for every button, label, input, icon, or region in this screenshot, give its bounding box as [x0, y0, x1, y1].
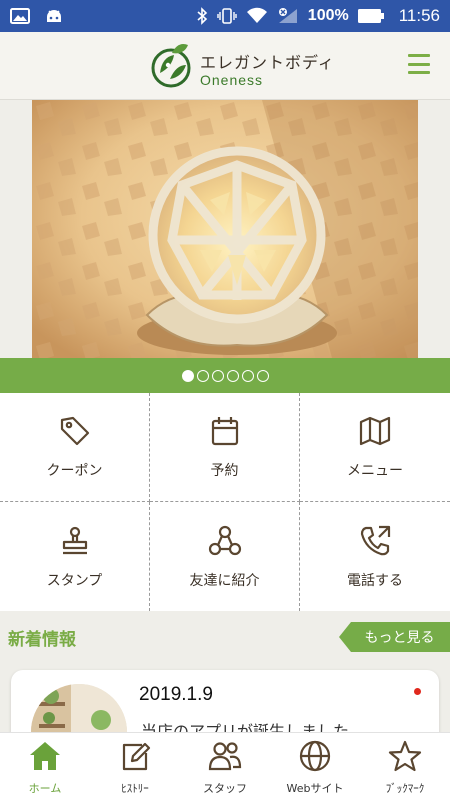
- nav-staff-label: スタッフ: [203, 782, 247, 795]
- news-date: 2019.1.9: [139, 684, 213, 705]
- app-header: エレガントボディ Oneness: [0, 32, 450, 100]
- staff-icon: [208, 739, 242, 777]
- nav-staff[interactable]: スタッフ: [180, 733, 270, 800]
- feature-grid: クーポン 予約 メニュー スタンプ 友達に紹介 電話する: [0, 393, 450, 611]
- nav-home-label: ホーム: [28, 782, 62, 795]
- app-logo[interactable]: エレガントボディ Oneness: [148, 39, 335, 97]
- nav-website-label: Webサイト: [286, 782, 344, 795]
- clock: 11:56: [398, 6, 440, 25]
- unread-indicator: [414, 688, 421, 695]
- slide-dot-4[interactable]: [226, 369, 239, 382]
- nav-bookmark[interactable]: ﾌﾞｯｸﾏｰｸ: [360, 733, 450, 800]
- android-notification-icon: [44, 8, 64, 24]
- leaf-logo-icon: [148, 39, 194, 97]
- slide-dot-1[interactable]: [181, 369, 194, 382]
- slide-dot-2[interactable]: [196, 369, 209, 382]
- signal-icon: [277, 7, 299, 25]
- stamp-icon: [58, 524, 92, 562]
- nav-website[interactable]: Webサイト: [270, 733, 360, 800]
- menu-label: メニュー: [347, 463, 403, 479]
- news-section-title: 新着情報: [8, 630, 76, 650]
- calendar-icon: [208, 414, 242, 452]
- hamburger-menu-icon[interactable]: [408, 54, 430, 74]
- call-button[interactable]: 電話する: [300, 502, 450, 611]
- hero-slider[interactable]: [32, 100, 418, 358]
- bottom-navigation: ホーム ﾋｽﾄﾘｰ スタッフ Webサイト ﾌﾞｯｸﾏｰｸ: [0, 732, 450, 800]
- news-header: 新着情報 もっと見る: [0, 611, 450, 659]
- wifi-icon: [246, 7, 268, 25]
- slide-pager: [0, 358, 450, 393]
- reservation-label: 予約: [210, 463, 239, 479]
- logo-title: エレガントボディ: [200, 52, 335, 72]
- hero-lamp-image: [32, 100, 418, 358]
- logo-subtitle: Oneness: [200, 71, 264, 88]
- stamp-button[interactable]: スタンプ: [0, 502, 150, 611]
- vibrate-icon: [217, 7, 237, 25]
- coupon-button[interactable]: クーポン: [0, 393, 150, 502]
- share-icon: [208, 524, 242, 562]
- nav-history[interactable]: ﾋｽﾄﾘｰ: [90, 733, 180, 800]
- see-more-button[interactable]: もっと見る: [339, 622, 450, 652]
- reservation-button[interactable]: 予約: [150, 393, 300, 502]
- nav-history-label: ﾋｽﾄﾘｰ: [121, 782, 149, 795]
- slide-dot-3[interactable]: [211, 369, 224, 382]
- phone-icon: [358, 524, 392, 562]
- globe-icon: [298, 739, 332, 777]
- battery-percent: 100%: [307, 7, 349, 24]
- star-icon: [388, 739, 422, 777]
- edit-icon: [118, 739, 152, 777]
- menu-button[interactable]: メニュー: [300, 393, 450, 502]
- tag-icon: [58, 414, 92, 452]
- call-label: 電話する: [347, 572, 403, 589]
- stamp-label: スタンプ: [46, 572, 103, 589]
- map-icon: [358, 414, 392, 452]
- battery-icon: [357, 9, 384, 23]
- status-bar: 100% 11:56: [0, 0, 450, 32]
- slide-dot-6[interactable]: [256, 369, 269, 382]
- nav-home[interactable]: ホーム: [0, 733, 90, 800]
- home-icon: [28, 739, 62, 777]
- slide-dot-5[interactable]: [241, 369, 254, 382]
- nav-bookmark-label: ﾌﾞｯｸﾏｰｸ: [385, 782, 425, 795]
- coupon-label: クーポン: [46, 463, 103, 479]
- gallery-notification-icon: [10, 8, 30, 24]
- refer-friend-button[interactable]: 友達に紹介: [150, 502, 300, 611]
- refer-friend-label: 友達に紹介: [189, 572, 260, 589]
- bluetooth-icon: [196, 7, 208, 25]
